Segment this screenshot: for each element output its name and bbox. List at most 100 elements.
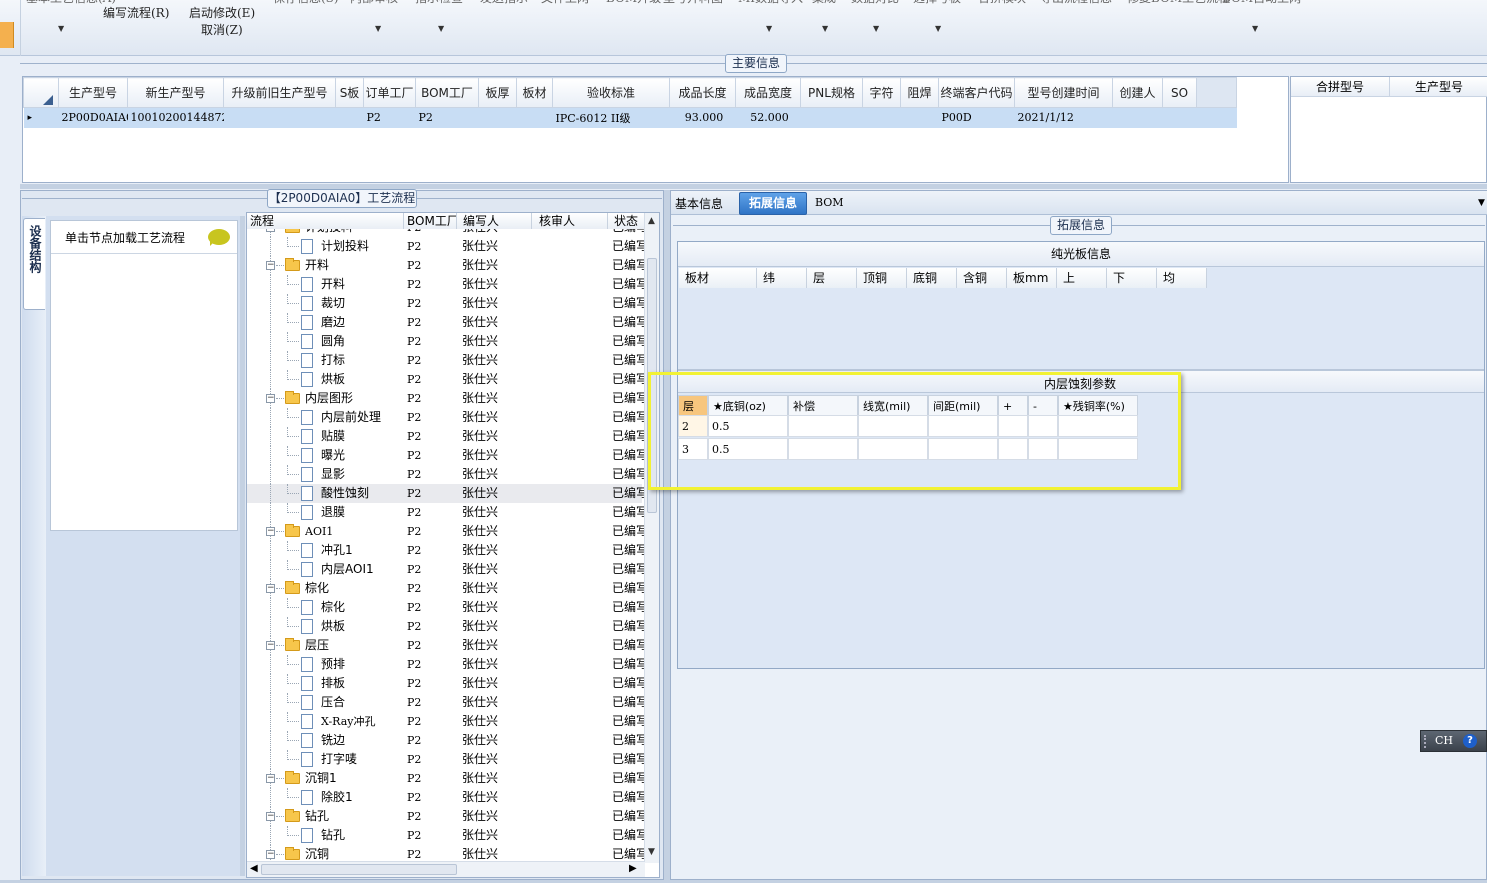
toolbar-menu-item[interactable]: 选择号板: [913, 0, 961, 6]
grid-cell[interactable]: [479, 108, 517, 128]
tree-row[interactable]: 计划投料 P2 张仕兴 已编写: [247, 237, 644, 256]
grid-cell[interactable]: [901, 108, 939, 128]
chevron-down-icon[interactable]: ▼: [873, 24, 879, 33]
chevron-down-icon[interactable]: ▼: [1252, 24, 1258, 33]
tree-row[interactable]: − 内层图形 P2 张仕兴 已编写: [247, 389, 644, 408]
tree-col-header[interactable]: 状态: [608, 213, 648, 229]
grid-cell[interactable]: P00D: [939, 108, 1015, 128]
column-header[interactable]: 字符: [862, 77, 901, 108]
tree-row[interactable]: − 沉铜 P2 张仕兴 已编写: [247, 845, 644, 861]
tree-row[interactable]: 曝光 P2 张仕兴 已编写: [247, 446, 644, 465]
column-header[interactable]: 终端客户代码: [938, 77, 1015, 108]
light-board-col-header[interactable]: 层: [807, 268, 857, 288]
toolbar-menu-item[interactable]: BOM自动上网: [1222, 0, 1301, 6]
toolbar-menu-item[interactable]: 文件上网: [541, 0, 589, 6]
tree-row[interactable]: 烘板 P2 张仕兴 已编写: [247, 370, 644, 389]
tree-row[interactable]: 钻孔 P2 张仕兴 已编写: [247, 826, 644, 845]
tree-row[interactable]: − 沉铜1 P2 张仕兴 已编写: [247, 769, 644, 788]
tree-row[interactable]: 内层前处理 P2 张仕兴 已编写: [247, 408, 644, 427]
toolbar-menu-item[interactable]: 发送指示: [480, 0, 528, 6]
column-header[interactable]: PNL规格: [800, 77, 863, 108]
collapse-toggle-icon[interactable]: −: [266, 527, 275, 536]
tree-row[interactable]: 棕化 P2 张仕兴 已编写: [247, 598, 644, 617]
tree-row[interactable]: 酸性蚀刻 P2 张仕兴 已编写: [247, 484, 644, 503]
column-header[interactable]: 板厚: [478, 77, 517, 108]
start-modify-button[interactable]: 启动修改(E): [189, 4, 255, 21]
light-board-col-header[interactable]: 板mm: [1007, 268, 1057, 288]
write-flow-button[interactable]: 编写流程(R): [103, 4, 169, 21]
scroll-down-icon[interactable]: ▼: [648, 847, 655, 857]
side-tab-equipment[interactable]: 设备结构: [23, 218, 45, 310]
column-header[interactable]: 型号创建时间: [1014, 77, 1113, 108]
language-bar[interactable]: CH ?: [1420, 730, 1487, 752]
column-header[interactable]: 验收标准: [552, 77, 670, 108]
light-board-col-header[interactable]: 下: [1107, 268, 1157, 288]
light-board-col-header[interactable]: 纬: [757, 268, 807, 288]
cancel-button[interactable]: 取消(Z): [201, 21, 243, 38]
column-header[interactable]: SO: [1162, 77, 1197, 108]
tab-dropdown-icon[interactable]: ▼: [1478, 198, 1485, 208]
column-header[interactable]: 成品宽度: [735, 77, 801, 108]
toolbar-menu-item[interactable]: 内部审核: [350, 0, 398, 6]
help-icon[interactable]: ?: [1463, 734, 1477, 748]
tree-row[interactable]: − 棕化 P2 张仕兴 已编写: [247, 579, 644, 598]
grid-cell[interactable]: IPC-6012 II级: [553, 108, 670, 128]
toolbar-menu-item[interactable]: 数据对比: [851, 0, 899, 6]
tree-splitter[interactable]: [240, 216, 245, 876]
grid-cell[interactable]: 93.000: [670, 108, 736, 128]
tree-row[interactable]: 贴膜 P2 张仕兴 已编写: [247, 427, 644, 446]
tree-row[interactable]: − 开料 P2 张仕兴 已编写: [247, 256, 644, 275]
tab-basic-info[interactable]: 基本信息: [675, 195, 723, 212]
tree-row[interactable]: 内层AOI1 P2 张仕兴 已编写: [247, 560, 644, 579]
collapse-toggle-icon[interactable]: −: [266, 812, 275, 821]
light-board-col-header[interactable]: 含铜: [957, 268, 1007, 288]
grid-cell[interactable]: P2: [416, 108, 479, 128]
toolbar-menu-item[interactable]: 集成: [812, 0, 836, 6]
tree-row[interactable]: − 计划投料 P2张仕兴 已编写: [247, 229, 644, 237]
scroll-right-icon[interactable]: ▶: [629, 863, 637, 874]
row-header-corner[interactable]: [23, 77, 59, 108]
grid-cell[interactable]: 2P00D0AIA0: [59, 108, 128, 128]
tree-col-header[interactable]: 编写人: [457, 213, 532, 229]
column-header[interactable]: 板材: [516, 77, 553, 108]
tree-row[interactable]: X-Ray冲孔 P2 张仕兴 已编写: [247, 712, 644, 731]
tree-row[interactable]: 预排 P2 张仕兴 已编写: [247, 655, 644, 674]
column-header[interactable]: 创建人: [1112, 77, 1163, 108]
light-board-col-header[interactable]: 均: [1157, 268, 1207, 288]
column-header[interactable]: BOM工厂: [415, 77, 479, 108]
toolbar-menu-item[interactable]: 型号开料图: [663, 0, 723, 6]
tree-row[interactable]: 烘板 P2 张仕兴 已编写: [247, 617, 644, 636]
tree-row[interactable]: − 层压 P2 张仕兴 已编写: [247, 636, 644, 655]
collapse-toggle-icon[interactable]: −: [266, 850, 275, 859]
grid-cell[interactable]: P2: [364, 108, 416, 128]
toolbar-menu-item[interactable]: 合拼模块: [978, 0, 1026, 6]
merge-col-header[interactable]: 合拼型号: [1291, 77, 1390, 97]
toolbar-menu-item[interactable]: 修复BOM工艺流程: [1127, 0, 1230, 6]
column-header[interactable]: S板: [335, 77, 364, 108]
collapse-toggle-icon[interactable]: −: [266, 261, 275, 270]
grid-cell[interactable]: 52.000: [736, 108, 801, 128]
tab-ext-info[interactable]: 拓展信息: [739, 192, 807, 215]
collapse-toggle-icon[interactable]: −: [266, 394, 275, 403]
tree-col-header[interactable]: 流程: [247, 213, 404, 229]
tree-row[interactable]: − 钻孔 P2 张仕兴 已编写: [247, 807, 644, 826]
collapse-toggle-icon[interactable]: −: [266, 584, 275, 593]
grid-cell[interactable]: 2021/1/12: [1015, 108, 1113, 128]
toolbar-menu-item[interactable]: 保存信息(S): [273, 0, 339, 6]
grid-cell[interactable]: [801, 108, 863, 128]
grid-cell[interactable]: [1113, 108, 1163, 128]
chevron-down-icon[interactable]: ▼: [766, 24, 772, 33]
tab-bom[interactable]: BOM: [815, 196, 844, 209]
light-board-col-header[interactable]: 上: [1057, 268, 1107, 288]
tree-row[interactable]: 退膜 P2 张仕兴 已编写: [247, 503, 644, 522]
toolbar-menu-item[interactable]: BOM升级: [606, 0, 661, 6]
tree-row[interactable]: 打标 P2 张仕兴 已编写: [247, 351, 644, 370]
grid-cell[interactable]: [517, 108, 553, 128]
tree-row[interactable]: − AOI1 P2 张仕兴 已编写: [247, 522, 644, 541]
grid-cell[interactable]: 10010200144872: [128, 108, 224, 128]
chevron-down-icon[interactable]: ▼: [438, 24, 444, 33]
scroll-up-icon[interactable]: ▲: [648, 216, 655, 226]
tree-row[interactable]: 除胶1 P2 张仕兴 已编写: [247, 788, 644, 807]
chevron-down-icon[interactable]: ▼: [58, 24, 64, 33]
tree-row[interactable]: 铣边 P2 张仕兴 已编写: [247, 731, 644, 750]
